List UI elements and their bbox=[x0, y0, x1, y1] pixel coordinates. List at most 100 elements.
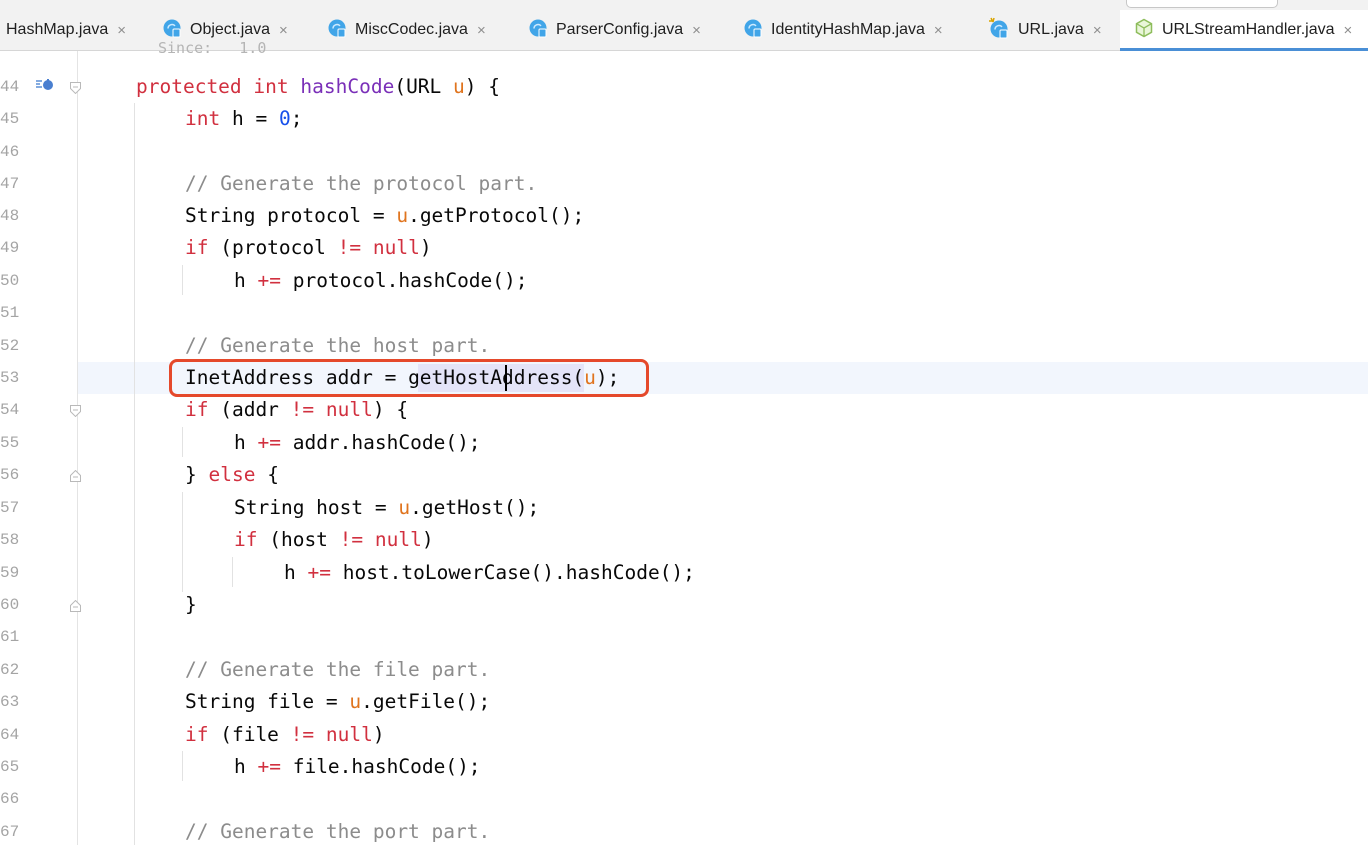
close-icon[interactable]: × bbox=[279, 22, 288, 39]
close-icon[interactable]: × bbox=[117, 22, 126, 39]
line-number: 63 bbox=[0, 693, 20, 711]
token-text: InetAddress addr = bbox=[185, 366, 409, 389]
line-number: 49 bbox=[0, 239, 20, 257]
code-line-53: InetAddress addr = getHostAddress(u); bbox=[185, 362, 619, 394]
token-text: String host = bbox=[234, 496, 399, 519]
toolbar-strip bbox=[0, 0, 1368, 10]
token-text: ) { bbox=[464, 75, 501, 98]
fold-collapse-icon[interactable] bbox=[70, 404, 81, 418]
close-icon[interactable]: × bbox=[934, 22, 943, 39]
token-param: u bbox=[396, 204, 409, 227]
close-icon[interactable]: × bbox=[1093, 22, 1102, 39]
line-number: 66 bbox=[0, 790, 20, 808]
overriding-method-icon[interactable] bbox=[35, 77, 55, 98]
tab-label: ParserConfig.java bbox=[556, 21, 684, 38]
java-final-class-icon bbox=[988, 17, 1010, 44]
tab-misccodec-java[interactable]: MiscCodec.java × bbox=[327, 10, 517, 50]
token-text: ; bbox=[290, 107, 303, 130]
token-text: .getFile(); bbox=[361, 690, 491, 713]
token-text: h bbox=[234, 269, 258, 292]
code-line-55: h += addr.hashCode(); bbox=[234, 427, 481, 459]
token-text: ); bbox=[595, 366, 620, 389]
line-number: 57 bbox=[0, 499, 20, 517]
tab-label: IdentityHashMap.java bbox=[771, 21, 925, 38]
token-null: null bbox=[325, 398, 373, 421]
token-number: 0 bbox=[278, 107, 291, 130]
code-line-58: if (host != null) bbox=[234, 524, 434, 556]
line-number: 46 bbox=[0, 143, 20, 161]
token-keyword: if bbox=[234, 528, 258, 551]
code-line-67: // Generate the port part. bbox=[185, 820, 491, 843]
fold-end-icon[interactable] bbox=[70, 469, 81, 482]
code-line-45: int h = 0; bbox=[185, 103, 302, 135]
token-operator: += bbox=[257, 269, 281, 292]
token-text: h = bbox=[220, 107, 279, 130]
line-number: 44 bbox=[0, 78, 20, 96]
line-number: 60 bbox=[0, 596, 20, 614]
line-number: 56 bbox=[0, 466, 20, 484]
token-keyword: if bbox=[185, 723, 209, 746]
close-icon[interactable]: × bbox=[1344, 22, 1353, 39]
token-text: String file = bbox=[185, 690, 350, 713]
token-text: ) bbox=[421, 528, 434, 551]
code-line-52: // Generate the host part. bbox=[185, 334, 491, 357]
code-editor[interactable]: Since: 1.0 protected int hashCode(URL u)… bbox=[0, 39, 1368, 845]
token-keyword: if bbox=[185, 398, 209, 421]
line-number: 50 bbox=[0, 272, 20, 290]
fold-collapse-icon[interactable] bbox=[70, 81, 81, 95]
fold-end-icon[interactable] bbox=[70, 599, 81, 612]
token-text: ) bbox=[419, 236, 432, 259]
token-text: .getHost(); bbox=[410, 496, 540, 519]
code-line-65: h += file.hashCode(); bbox=[234, 751, 481, 783]
line-number: 55 bbox=[0, 434, 20, 452]
token-keyword: else bbox=[208, 463, 256, 486]
tab-urlstreamhandler-java[interactable]: URLStreamHandler.java × bbox=[1120, 10, 1368, 51]
token-param: u bbox=[453, 75, 465, 98]
token-text: (URL bbox=[394, 75, 454, 98]
token-text: (file bbox=[208, 723, 291, 746]
token-null: null bbox=[374, 528, 422, 551]
token-text: } bbox=[185, 463, 209, 486]
close-icon[interactable]: × bbox=[692, 22, 701, 39]
search-field[interactable] bbox=[1126, 0, 1278, 8]
tab-hashmap-java[interactable]: HashMap.java × bbox=[0, 10, 156, 50]
line-number: 54 bbox=[0, 401, 20, 419]
token-operator: != bbox=[337, 236, 362, 259]
token-text: String protocol = bbox=[185, 204, 397, 227]
code-line-47: // Generate the protocol part. bbox=[185, 172, 538, 195]
indent-guide bbox=[182, 427, 183, 457]
java-abstract-class-icon bbox=[1134, 18, 1154, 43]
close-icon[interactable]: × bbox=[477, 22, 486, 39]
token-param: u bbox=[398, 496, 411, 519]
indent-guide bbox=[182, 265, 183, 295]
token-text: .getProtocol(); bbox=[408, 204, 585, 227]
tab-parserconfig-java[interactable]: ParserConfig.java × bbox=[528, 10, 738, 50]
line-number: 59 bbox=[0, 564, 20, 582]
tab-label: HashMap.java bbox=[6, 21, 109, 38]
java-class-icon bbox=[528, 18, 548, 43]
token-text: { bbox=[255, 463, 279, 486]
line-number: 62 bbox=[0, 661, 20, 679]
token-text: protocol.hashCode(); bbox=[280, 269, 528, 292]
line-number: 61 bbox=[0, 628, 20, 646]
tab-identityhashmap-java[interactable]: IdentityHashMap.java × bbox=[743, 10, 983, 50]
code-area[interactable]: Since: 1.0 protected int hashCode(URL u)… bbox=[78, 39, 1368, 845]
tab-url-java[interactable]: URL.java × bbox=[988, 10, 1118, 50]
token-text: ) bbox=[372, 723, 385, 746]
tab-label: URL.java bbox=[1018, 21, 1084, 38]
token-text: ) { bbox=[372, 398, 409, 421]
line-number: 51 bbox=[0, 304, 20, 322]
token-selected-text: getHost bbox=[408, 366, 491, 389]
token-null: null bbox=[325, 723, 373, 746]
code-line-64: if (file != null) bbox=[185, 719, 385, 751]
token-text: (addr bbox=[208, 398, 291, 421]
code-line-49: if (protocol != null) bbox=[185, 232, 432, 264]
code-line-60: } bbox=[185, 593, 197, 616]
java-class-icon bbox=[743, 18, 763, 43]
token-text: addr.hashCode(); bbox=[280, 431, 481, 454]
line-number: 67 bbox=[0, 823, 20, 841]
line-number: 53 bbox=[0, 369, 20, 387]
text-caret bbox=[505, 365, 507, 391]
token-text: h bbox=[234, 431, 258, 454]
token-operator: != bbox=[290, 723, 315, 746]
